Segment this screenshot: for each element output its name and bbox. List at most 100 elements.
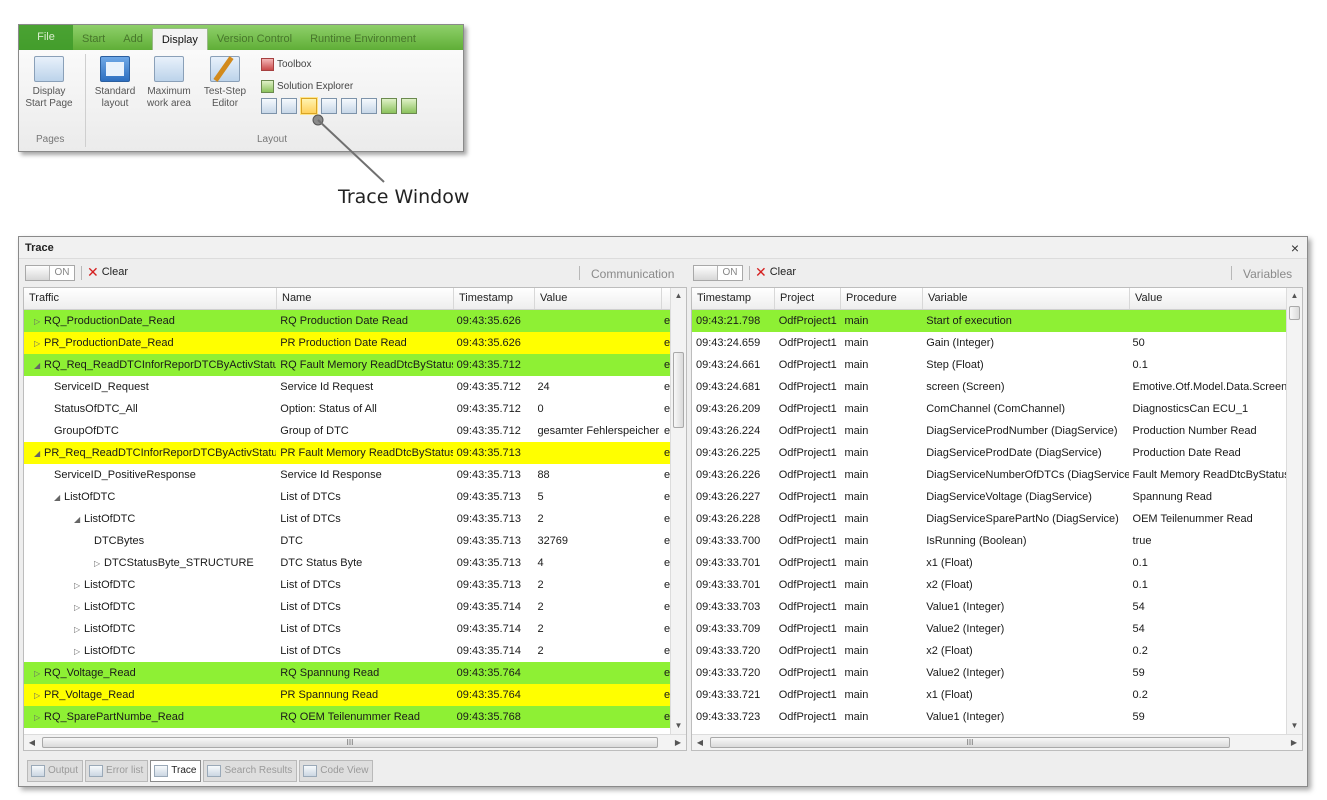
table-row[interactable]: 09:43:33.723 OdfProject1 main Value1 (Integ… [692,706,1286,728]
column-header-procedure[interactable]: Procedure [841,288,923,309]
table-row[interactable]: ▷ ListOfDTC List of DTCs 09:43:35.714 2 e [24,596,670,618]
table-row[interactable]: ◢ RQ_Req_ReadDTCInforReporDTCByActivStatu… [24,354,670,376]
table-row[interactable]: 09:43:33.720 OdfProject1 main x2 (Float) 0.2 [692,640,1286,662]
communication-on-toggle[interactable]: ON [25,265,75,281]
table-row[interactable]: ◢ ListOfDTC List of DTCs 09:43:35.713 2 e [24,508,670,530]
scroll-up-icon[interactable]: ▲ [1287,288,1302,304]
scroll-right-icon[interactable]: ▶ [670,735,686,750]
scroll-up-icon[interactable]: ▲ [671,288,686,304]
scroll-left-icon[interactable]: ◀ [24,735,40,750]
expand-icon[interactable]: ▷ [34,685,44,706]
tab-code-view[interactable]: Code View [299,760,374,782]
tab-error-list[interactable]: Error list [85,760,149,782]
collapse-icon[interactable]: ◢ [34,443,44,464]
tab-output[interactable]: Output [27,760,84,782]
table-row[interactable]: 09:43:24.661 OdfProject1 main Step (Float) 0… [692,354,1286,376]
expand-icon[interactable]: ▷ [34,707,44,728]
collapse-icon[interactable]: ◢ [74,509,84,530]
table-row[interactable]: 09:43:33.721 OdfProject1 main x1 (Float) 0.2 [692,684,1286,706]
scroll-right-icon[interactable]: ▶ [1286,735,1302,750]
tab-runtime-environment[interactable]: Runtime Environment [301,28,425,50]
table-row[interactable]: 09:43:24.681 OdfProject1 main screen (Scree… [692,376,1286,398]
scroll-down-icon[interactable]: ▼ [1287,718,1302,734]
collapse-icon[interactable]: ◢ [34,355,44,376]
table-row[interactable]: 09:43:26.226 OdfProject1 main DiagServiceNu… [692,464,1286,486]
table-row[interactable]: ▷ DTCStatusByte_STRUCTURE DTC Status Byte 0… [24,552,670,574]
column-header-traffic[interactable]: Traffic [24,288,277,309]
maximum-work-area-button[interactable]: Maximum work area [143,56,195,110]
horizontal-scrollbar[interactable]: ◀ III ▶ [24,734,686,750]
variables-clear-button[interactable]: ✕ Clear [755,265,796,279]
table-row[interactable]: ▷ RQ_Voltage_Read RQ Spannung Read 09:43:35… [24,662,670,684]
table-row[interactable]: 09:43:33.720 OdfProject1 main Value2 (Integ… [692,662,1286,684]
toolbox-button[interactable]: Toolbox [261,58,311,71]
table-row[interactable]: 09:43:26.228 OdfProject1 main DiagServiceSp… [692,508,1286,530]
column-header-name[interactable]: Name [277,288,454,309]
scroll-thumb[interactable] [673,352,684,428]
table-row[interactable]: 09:43:21.798 OdfProject1 main Start of exec… [692,310,1286,332]
tab-trace[interactable]: Trace [150,760,202,782]
variables-on-toggle[interactable]: ON [693,265,743,281]
tab-search-results[interactable]: Search Results [203,760,298,782]
table-row[interactable]: ▷ ListOfDTC List of DTCs 09:43:35.714 2 e [24,640,670,662]
step-window-icon[interactable] [381,98,397,114]
table-row[interactable]: DTCBytes DTC 09:43:35.713 32769 e [24,530,670,552]
scroll-left-icon[interactable]: ◀ [692,735,708,750]
variables-window-icon[interactable] [341,98,357,114]
table-row[interactable]: 09:43:33.703 OdfProject1 main Value1 (Integ… [692,596,1286,618]
table-row[interactable]: ▷ ListOfDTC List of DTCs 09:43:35.714 2 e [24,618,670,640]
table-row[interactable]: 09:43:33.709 OdfProject1 main Value2 (Integ… [692,618,1286,640]
expand-icon[interactable]: ▷ [74,597,84,618]
table-row[interactable]: 09:43:26.224 OdfProject1 main DiagServicePr… [692,420,1286,442]
table-row[interactable]: ServiceID_Request Service Id Request 09:43… [24,376,670,398]
vertical-scrollbar[interactable]: ▲ ▼ [1286,288,1302,734]
tab-file[interactable]: File [19,25,73,50]
table-row[interactable]: ▷ RQ_ProductionDate_Read RQ Production Dat… [24,310,670,332]
expand-icon[interactable]: ▷ [94,553,104,574]
standard-layout-button[interactable]: Standard layout [89,56,141,110]
solution-explorer-button[interactable]: Solution Explorer [261,80,353,93]
table-row[interactable]: 09:43:33.700 OdfProject1 main IsRunning (Bo… [692,530,1286,552]
column-header-variable[interactable]: Variable [923,288,1130,309]
output-window-icon[interactable] [321,98,337,114]
table-row[interactable]: GroupOfDTC Group of DTC 09:43:35.712 gesamt… [24,420,670,442]
table-row[interactable]: ▷ PR_ProductionDate_Read PR Production Dat… [24,332,670,354]
toolbox-window-icon[interactable] [361,98,377,114]
test-step-editor-button[interactable]: Test-Step Editor [199,56,251,110]
collapse-icon[interactable]: ◢ [54,487,64,508]
column-header-timestamp[interactable]: Timestamp [692,288,775,309]
column-header-timestamp[interactable]: Timestamp [454,288,535,309]
vertical-scrollbar[interactable]: ▲ ▼ [670,288,686,734]
list-view-icon[interactable] [261,98,277,114]
horizontal-scroll-thumb[interactable]: III [710,737,1230,748]
column-header-value[interactable]: Value [535,288,662,309]
tab-display[interactable]: Display [151,28,208,50]
horizontal-scrollbar[interactable]: ◀ III ▶ [692,734,1302,750]
expand-icon[interactable]: ▷ [74,619,84,640]
tab-add[interactable]: Add [114,28,152,50]
communication-clear-button[interactable]: ✕ Clear [87,265,128,279]
table-row[interactable]: ▷ ListOfDTC List of DTCs 09:43:35.713 2 e [24,574,670,596]
table-row[interactable]: ▷ RQ_SparePartNumbe_Read RQ OEM Teilenumme… [24,706,670,728]
table-row[interactable]: ServiceID_PositiveResponse Service Id Res… [24,464,670,486]
expand-icon[interactable]: ▷ [34,663,44,684]
expand-icon[interactable]: ▷ [34,311,44,332]
column-header-project[interactable]: Project [775,288,841,309]
close-icon[interactable]: × [1291,237,1299,259]
table-row[interactable]: 09:43:26.209 OdfProject1 main ComChannel (C… [692,398,1286,420]
tab-start[interactable]: Start [73,28,114,50]
tab-version-control[interactable]: Version Control [208,28,301,50]
column-header-value[interactable]: Value [1130,288,1288,309]
table-row[interactable]: 09:43:24.659 OdfProject1 main Gain (Integer… [692,332,1286,354]
trace-window-icon[interactable] [301,98,317,114]
horizontal-scroll-thumb[interactable]: III [42,737,658,748]
table-row[interactable]: ▷ PR_Voltage_Read PR Spannung Read 09:43:35… [24,684,670,706]
table-row[interactable]: ◢ PR_Req_ReadDTCInforReporDTCByActivStatu… [24,442,670,464]
step-next-window-icon[interactable] [401,98,417,114]
expand-icon[interactable]: ▷ [74,575,84,596]
table-row[interactable]: 09:43:26.225 OdfProject1 main DiagServicePr… [692,442,1286,464]
expand-icon[interactable]: ▷ [34,333,44,354]
scroll-down-icon[interactable]: ▼ [671,718,686,734]
table-row[interactable]: 09:43:26.227 OdfProject1 main DiagServiceVo… [692,486,1286,508]
scroll-thumb[interactable] [1289,306,1300,320]
